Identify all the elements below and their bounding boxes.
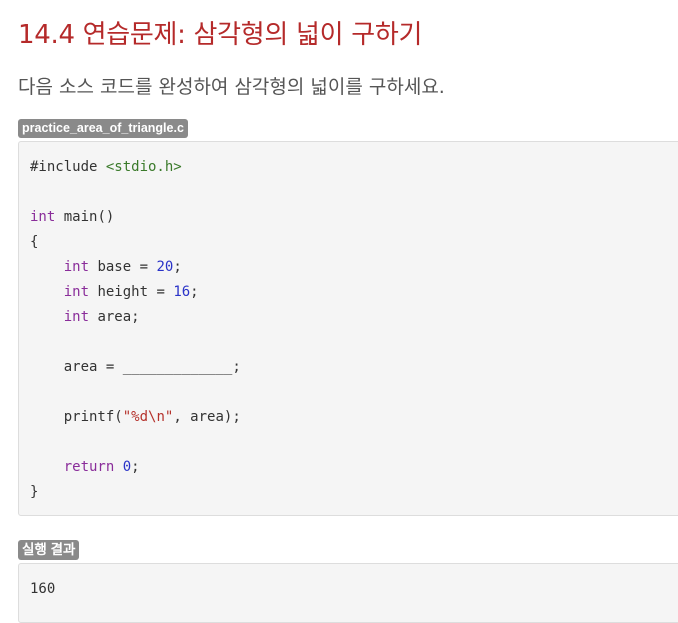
execution-result-label: 실행 결과 [18,540,80,560]
code-block: #include <stdio.h> int main() { int base… [18,141,678,516]
semicolon: ; [131,459,140,475]
main-signature: main() [55,209,115,225]
code-line-area-assign: area = _____________; [30,355,241,380]
area-assignment: area = [63,359,123,375]
area-declaration: area; [89,309,140,325]
close-brace: } [30,484,39,500]
code-line-open-brace: { [30,230,241,255]
keyword-int: int [30,209,56,225]
keyword-int: int [63,309,90,325]
base-value: 20 [156,259,174,275]
return-value: 0 [122,459,132,475]
code-line-printf: printf("%d\n", area); [30,405,241,430]
include-directive: #include [30,159,106,175]
base-declaration: base = [89,259,157,275]
include-header: <stdio.h> [105,159,182,175]
keyword-int: int [63,259,90,275]
keyword-int: int [63,284,90,300]
code-line-main: int main() [30,205,241,230]
page-title: 14.4 연습문제: 삼각형의 넓이 구하기 [18,20,423,50]
code-line-area-decl: int area; [30,305,241,330]
semicolon: ; [190,284,199,300]
semicolon: ; [232,359,241,375]
source-file-label: practice_area_of_triangle.c [18,119,188,138]
source-code: #include <stdio.h> int main() { int base… [30,155,241,505]
open-brace: { [30,234,39,250]
printf-args: , area); [173,409,241,425]
semicolon: ; [173,259,182,275]
keyword-return: return [63,459,115,475]
fill-in-blank: _____________ [122,359,233,375]
problem-description: 다음 소스 코드를 완성하여 삼각형의 넓이를 구하세요. [18,76,445,98]
height-value: 16 [173,284,191,300]
code-line-base: int base = 20; [30,255,241,280]
format-string: "%d\n" [122,409,174,425]
code-line-height: int height = 16; [30,280,241,305]
code-line-return: return 0; [30,455,241,480]
code-line-close-brace: } [30,480,241,505]
program-output: 160 [30,581,56,597]
height-declaration: height = [89,284,174,300]
output-block: 160 [18,563,678,623]
code-line-include: #include <stdio.h> [30,155,241,180]
printf-call: printf( [63,409,123,425]
